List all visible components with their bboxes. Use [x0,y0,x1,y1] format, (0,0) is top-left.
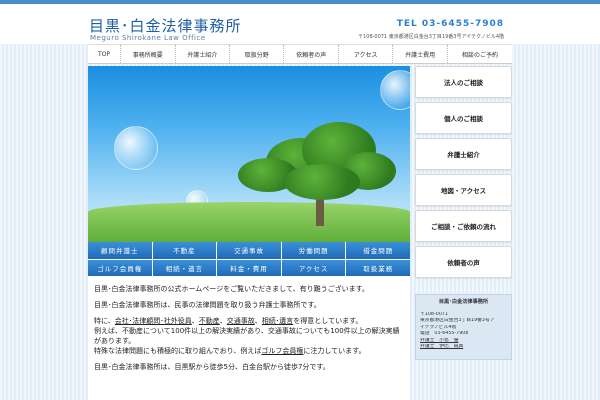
access-paragraph: 目黒･白金法律事務所は、目黒駅から徒歩5分、白金台駅から徒歩7分です。 [94,363,330,371]
link-golf-membership[interactable]: ゴルフ会員権 [261,347,303,355]
grid-labor-issues[interactable]: 労働問題 [281,242,346,259]
side-consultation-flow[interactable]: ご相談・ご依頼の流れ [415,210,512,242]
grid-access[interactable]: アクセス [281,259,346,276]
intro-paragraph: 目黒･白金法律事務所の公式ホームページをご覧いただきまして、有り難うございます。 [94,285,369,293]
link-real-estate[interactable]: 不動産 [199,317,220,325]
lawyer-link-2[interactable]: 弁護士 伊比 陽典 [420,344,507,351]
specialty-paragraph: 特に、会社･法律顧問･社外役員、不動産、交通事故、相続･遺言を得意としています。 [94,316,404,326]
tree-crown [284,164,360,200]
side-corporate-consultation[interactable]: 法人のご相談 [415,66,512,98]
separator: 、 [254,317,262,325]
nav-top[interactable]: TOP [88,45,122,63]
hero-image [88,66,410,242]
side-lawyer-intro[interactable]: 弁護士紹介 [415,138,512,170]
phone-number[interactable]: TEL 03-6455-7908 [397,19,504,29]
site-logo[interactable]: 目黒･白金法律事務所 [89,15,242,36]
grass-hill [88,202,410,242]
nav-fees[interactable]: 弁護士費用 [393,45,448,63]
side-individual-consultation[interactable]: 個人のご相談 [415,102,512,134]
site-logo-english: Meguro Shirokane Law Office [90,34,206,42]
link-corporate-counsel[interactable]: 会社･法律顧問･社外役員 [115,317,192,325]
grid-golf-membership[interactable]: ゴルフ会員権 [88,259,152,276]
nav-consultation-booking[interactable]: 相談のご予約 [448,45,512,63]
office-address-line1: 東京都港区白金台3丁目19番3号ア [420,318,495,323]
office-info-title: 目黒･白金法律事務所 [438,299,489,305]
golf-prefix: 特殊な法律問題にも積極的に取り組んでおり、例えば [94,347,262,355]
nav-access[interactable]: アクセス [339,45,394,63]
grid-debt-issues[interactable]: 借金問題 [346,242,410,259]
main-nav: TOP 事務所概要 弁護士紹介 取扱分野 依頼者の声 アクセス 弁護士費用 相談… [88,44,512,64]
golf-suffix: に注力しています。 [303,347,366,355]
link-traffic-accident[interactable]: 交通事故 [227,317,255,325]
separator: 、 [191,317,199,325]
golf-paragraph: 特殊な法律問題にも積極的に取り組んでおり、例えばゴルフ会員権に注力しています。 [94,346,404,356]
bubble-decoration [114,126,158,170]
link-inheritance[interactable]: 相続･遺言 [262,317,294,325]
bubble-decoration [380,70,410,110]
site-header: 目黒･白金法律事務所 Meguro Shirokane Law Office T… [0,4,600,44]
grid-traffic-accident[interactable]: 交通事故 [217,242,281,259]
separator: 、 [219,317,227,325]
side-client-voices[interactable]: 依頼者の声 [415,246,512,278]
specialty-suffix: を得意としています。 [293,317,363,325]
nav-client-voices[interactable]: 依頼者の声 [284,45,339,63]
grid-fees[interactable]: 料金・費用 [217,259,281,276]
practice-grid: 顧問弁護士 不動産 交通事故 労働問題 借金問題 ゴルフ会員権 相続・遺言 料金… [88,242,410,276]
track-record-paragraph: 例えば、不動産について100件以上の解決実績があり、交通事故についても100件以… [94,327,400,345]
grid-real-estate[interactable]: 不動産 [152,242,217,259]
nav-office-overview[interactable]: 事務所概要 [121,45,176,63]
side-map-access[interactable]: 地図・アクセス [415,174,512,206]
grid-inheritance-will[interactable]: 相続・遺言 [152,259,217,276]
specialty-prefix: 特に、 [94,317,115,325]
sidebar: 法人のご相談 個人のご相談 弁護士紹介 地図・アクセス ご相談・ご依頼の流れ 依… [415,66,512,282]
about-paragraph: 目黒･白金法律事務所は、民事の法律問題を取り扱う弁護士事務所です。 [94,301,321,309]
grid-advisory-lawyer[interactable]: 顧問弁護士 [88,242,152,259]
nav-practice-areas[interactable]: 取扱分野 [230,45,285,63]
grid-services[interactable]: 取扱業務 [346,259,410,276]
office-info-box: 目黒･白金法律事務所 〒108-0071 東京都港区白金台3丁目19番3号ア イ… [415,294,512,360]
nav-lawyer-intro[interactable]: 弁護士紹介 [176,45,231,63]
main-content: 目黒･白金法律事務所の公式ホームページをご覧いただきまして、有り難うございます。… [88,276,410,400]
header-address: 〒108-0071 東京都港区白金台3丁目19番3号アイテクノビル4階 [358,34,504,40]
